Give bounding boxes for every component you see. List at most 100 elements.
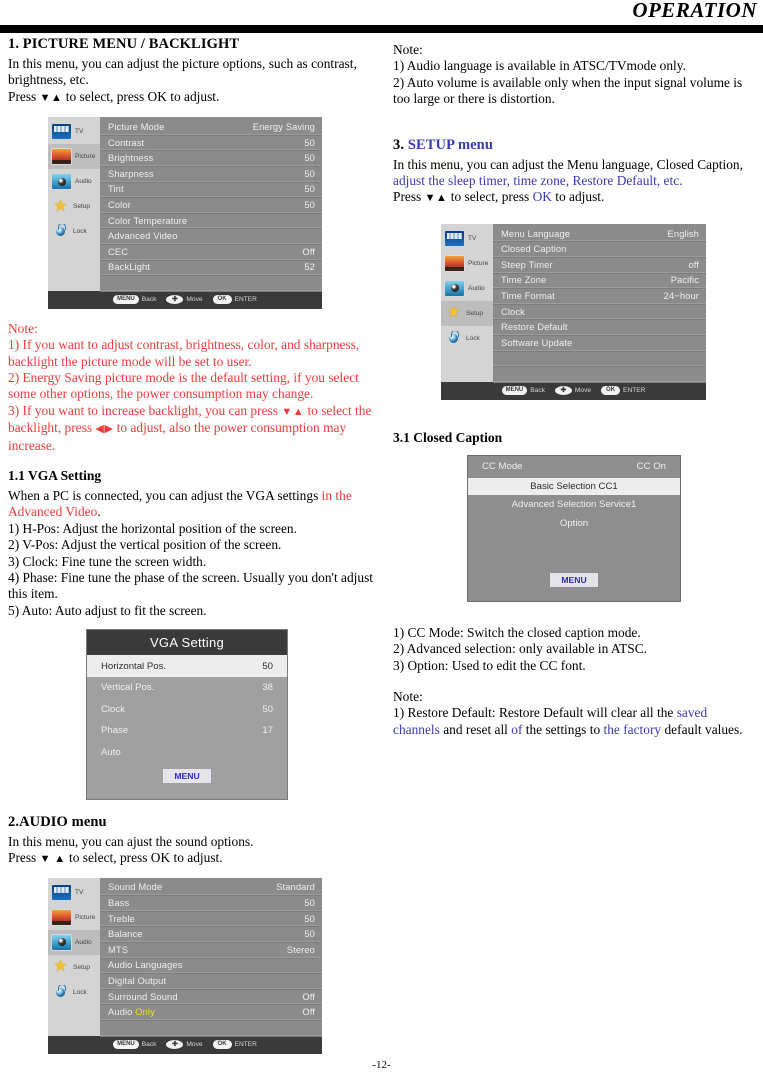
vga-row-value: 17: [262, 725, 273, 736]
vga-row-value: 50: [262, 703, 273, 715]
menu-back-button[interactable]: MENU Back: [113, 295, 156, 305]
audio-menu-row-label: Bass: [108, 896, 130, 908]
picture-menu-row[interactable]: BackLight 52: [100, 260, 322, 276]
audio-menu-sidebar-item-audio[interactable]: Audio: [48, 929, 100, 955]
picture-menu-row[interactable]: Contrast 50: [100, 135, 322, 151]
setup-menu-row-label: Clock: [501, 305, 525, 317]
picture-menu-sidebar-item-picture[interactable]: Picture: [48, 144, 100, 170]
audio-menu-sidebar-item-lock[interactable]: Lock: [48, 980, 100, 1005]
tv-icon: [444, 229, 465, 247]
audio-menu-row[interactable]: Balance 50: [100, 926, 322, 942]
menu-back-button[interactable]: MENU Back: [113, 1040, 156, 1049]
dpad-move-button[interactable]: ✚ Move: [166, 295, 203, 305]
setup-menu-sidebar-item-tv[interactable]: TV: [441, 226, 493, 251]
picture-menu-row-label: Tint: [108, 183, 124, 195]
picture-menu-sidebar-item-tv[interactable]: TV: [48, 119, 100, 144]
audio-menu-row-label: Digital Output: [108, 974, 167, 986]
audio-menu-row[interactable]: Surround Sound Off: [100, 989, 322, 1005]
audio-menu-sidebar-item-tv[interactable]: TV: [48, 880, 100, 905]
setup-menu-sidebar-item-picture[interactable]: Picture: [441, 251, 493, 276]
picture-menu-row-label: Contrast: [108, 136, 145, 148]
setup-menu-sidebar-item-setup[interactable]: ★ Setup: [441, 300, 493, 326]
cc-mode-row[interactable]: CC Mode CC On: [468, 456, 680, 478]
vga-row[interactable]: Auto: [87, 741, 287, 763]
picture-menu-row[interactable]: Color 50: [100, 197, 322, 213]
setup-menu-row[interactable]: [493, 366, 706, 382]
setup-menu-row[interactable]: Steep Timer off: [493, 257, 706, 273]
cc-advanced-selection-row[interactable]: Advanced Selection Service1: [468, 495, 680, 514]
ok-enter-button[interactable]: OK ENTER: [212, 295, 257, 305]
cc-menu-button[interactable]: MENU: [550, 572, 598, 587]
picture-icon: [51, 148, 72, 166]
dpad-move-button[interactable]: ✚ Move: [554, 386, 591, 396]
setup-menu-row[interactable]: Restore Default: [493, 319, 706, 335]
cc-option-row[interactable]: Option: [468, 514, 680, 533]
picture-menu-row-label: Color Temperature: [108, 214, 188, 226]
picture-menu-osd[interactable]: TV Picture Audio ★ Setup Lock Picture Mode Ene…: [48, 117, 322, 309]
menu-pill: MENU: [113, 295, 139, 305]
audio-menu-row[interactable]: Sound Mode Standard: [100, 880, 322, 896]
picture-menu-row[interactable]: [100, 275, 322, 291]
picture-menu-row[interactable]: Tint 50: [100, 182, 322, 198]
closed-caption-dialog[interactable]: CC Mode CC On Basic Selection CC1 Advanc…: [467, 454, 681, 602]
setup-menu-row[interactable]: Time Format 24−hour: [493, 288, 706, 304]
audio-menu-row[interactable]: Digital Output: [100, 973, 322, 989]
picture-menu-row[interactable]: CEC Off: [100, 244, 322, 260]
audio-menu-row-label: Audio Only: [108, 1006, 155, 1018]
setup-menu-osd[interactable]: TV Picture Audio ★ Setup Lock Menu Language En…: [441, 223, 706, 400]
audio-menu-sidebar-item-picture[interactable]: Picture: [48, 905, 100, 930]
vga-row[interactable]: Vertical Pos. 38: [87, 677, 287, 699]
audio-menu-row[interactable]: Bass 50: [100, 895, 322, 911]
audio-menu-row[interactable]: MTS Stereo: [100, 942, 322, 958]
cc-basic-selection-row[interactable]: Basic Selection CC1: [468, 477, 680, 495]
ok-enter-button[interactable]: OK ENTER: [212, 1040, 257, 1049]
picture-menu-row[interactable]: Brightness 50: [100, 150, 322, 166]
dpad-move-button[interactable]: ✚ Move: [166, 1040, 203, 1049]
updown-arrows-icon: ▼▲: [424, 192, 448, 205]
ok-enter-button[interactable]: OK ENTER: [601, 386, 645, 396]
audio-icon: [51, 933, 72, 951]
vga-row[interactable]: Horizontal Pos. 50: [87, 655, 287, 677]
section-1-press-line: Press ▼▲ to select, press OK to adjust.: [8, 89, 383, 106]
nb-a: 1) Restore Default: Restore Default will…: [393, 705, 677, 721]
audio-menu-row[interactable]: Treble 50: [100, 911, 322, 927]
picture-menu-sidebar-item-lock[interactable]: Lock: [48, 219, 100, 244]
menu-back-button[interactable]: MENU Back: [501, 386, 545, 396]
setup-menu-row[interactable]: [493, 351, 706, 367]
picture-menu-row-label: CEC: [108, 245, 129, 257]
audio-menu-sidebar-item-setup[interactable]: ★ Setup: [48, 955, 100, 980]
picture-menu-row[interactable]: Color Temperature: [100, 213, 322, 229]
dpad-icon: ✚: [166, 1040, 184, 1049]
setup-menu-sidebar-item-audio[interactable]: Audio: [441, 276, 493, 301]
setup-menu-row[interactable]: Menu Language English: [493, 226, 706, 242]
section-3-heading: 3. SETUP menu: [393, 137, 755, 154]
setup-menu-row[interactable]: Time Zone Pacific: [493, 273, 706, 289]
setup-menu-row[interactable]: Clock: [493, 304, 706, 320]
audio-menu-row[interactable]: Audio Only Off: [100, 1004, 322, 1020]
picture-menu-sidebar-item-audio[interactable]: Audio: [48, 169, 100, 194]
updown-arrows-icon: ▼▲: [281, 405, 305, 418]
picture-menu-row[interactable]: Picture Mode Energy Saving: [100, 119, 322, 135]
audio-menu-row[interactable]: [100, 1020, 322, 1036]
audio-menu-osd[interactable]: TV Picture Audio ★ Setup Lock Sound Mode Stand…: [48, 877, 322, 1054]
vga-setting-dialog[interactable]: VGA Setting Horizontal Pos. 50 Vertical Po…: [86, 629, 288, 800]
right-column: Note: 1) Audio language is available in …: [393, 42, 755, 738]
section-1-1-items: 1) H-Pos: Adjust the horizontal position…: [8, 521, 383, 619]
vga-menu-button[interactable]: MENU: [163, 768, 211, 783]
picture-menu-row[interactable]: Sharpness 50: [100, 166, 322, 182]
page-number: -12-: [372, 1059, 391, 1071]
picture-menu-row[interactable]: Advanced Video: [100, 228, 322, 244]
lock-icon: [51, 224, 70, 239]
section-1-paragraph: In this menu, you can adjust the picture…: [8, 56, 383, 89]
vga-row[interactable]: Phase 17: [87, 720, 287, 742]
press-prefix: Press: [8, 88, 40, 104]
picture-menu-sidebar-item-setup[interactable]: ★ Setup: [48, 194, 100, 219]
cc-menu-button-wrap: MENU: [468, 533, 680, 601]
setup-menu-sidebar-item-lock[interactable]: Lock: [441, 326, 493, 351]
setup-menu-row[interactable]: Closed Caption: [493, 241, 706, 258]
vga-row[interactable]: Clock 50: [87, 698, 287, 720]
note-block-1: Note: 1) If you want to adjust contrast,…: [8, 321, 383, 454]
setup-menu-row[interactable]: Software Update: [493, 335, 706, 351]
setup-menu-row-value: off: [688, 258, 699, 270]
audio-menu-row[interactable]: Audio Languages: [100, 958, 322, 974]
